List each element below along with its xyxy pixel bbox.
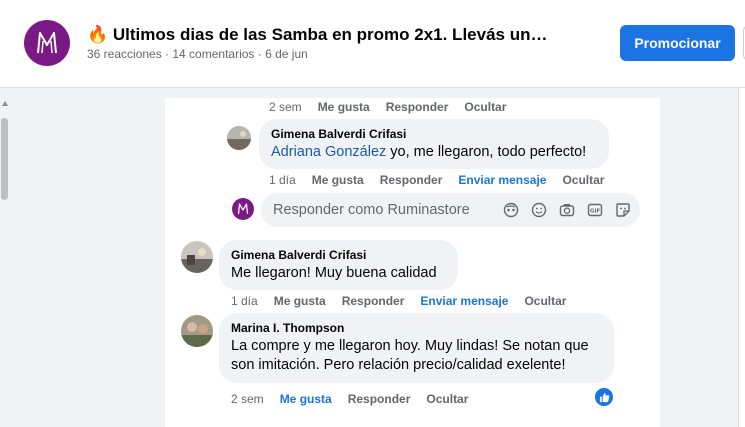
- logo-icon: [37, 32, 57, 54]
- comment-text: La compre y me llegaron hoy. Muy lindas!…: [231, 338, 589, 373]
- reply-link[interactable]: Responder: [380, 173, 443, 187]
- avatar[interactable]: [227, 126, 251, 150]
- comment-time[interactable]: 2 sem: [269, 100, 302, 114]
- send-message-link[interactable]: Enviar mensaje: [458, 173, 546, 187]
- comment-text: Adriana González yo, me llegaron, todo p…: [271, 143, 597, 162]
- sticker-icon[interactable]: [615, 202, 631, 218]
- scrollbar-thumb[interactable]: [1, 118, 8, 200]
- comment-time[interactable]: 1 día: [231, 294, 258, 308]
- camera-icon[interactable]: [559, 202, 575, 218]
- comment-bubble: Gimena Balverdi Crifasi Me llegaron! Muy…: [219, 240, 458, 290]
- avatar-icon: [227, 126, 251, 150]
- svg-text:GIF: GIF: [590, 209, 601, 215]
- page-avatar-small: [232, 198, 254, 220]
- hide-link[interactable]: Ocultar: [562, 173, 604, 187]
- comment-author[interactable]: Gimena Balverdi Crifasi: [231, 248, 446, 262]
- logo-icon: [237, 203, 249, 215]
- like-link[interactable]: Me gusta: [318, 100, 370, 114]
- like-link[interactable]: Me gusta: [312, 173, 364, 187]
- comment-actions: 2 sem Me gusta Responder Ocultar: [231, 392, 484, 406]
- avatar[interactable]: [181, 241, 213, 273]
- page-avatar[interactable]: [24, 20, 70, 66]
- gif-icon[interactable]: GIF: [587, 202, 603, 218]
- comment-text: Me llegaron! Muy buena calidad: [231, 265, 437, 281]
- reply-link[interactable]: Responder: [386, 100, 449, 114]
- avatar-icon[interactable]: [503, 202, 519, 218]
- avatar-icon: [181, 241, 213, 273]
- post-meta: 36 reacciones · 14 comentarios · 6 de ju…: [87, 47, 308, 61]
- like-icon: [599, 392, 609, 402]
- promote-button[interactable]: Promocionar: [620, 25, 735, 61]
- comment-actions: 1 día Me gusta Responder Enviar mensaje …: [269, 173, 620, 187]
- reply-link[interactable]: Responder: [342, 294, 405, 308]
- comment-bubble: Gimena Balverdi Crifasi Adriana González…: [259, 119, 609, 169]
- reply-link[interactable]: Responder: [348, 392, 411, 406]
- comment-author[interactable]: Gimena Balverdi Crifasi: [271, 127, 597, 141]
- send-message-link[interactable]: Enviar mensaje: [420, 294, 508, 308]
- hide-link[interactable]: Ocultar: [524, 294, 566, 308]
- comment-body: yo, me llegaron, todo perfecto!: [386, 144, 587, 160]
- avatar-icon: [181, 315, 213, 347]
- comment-actions-top: 2 sem Me gusta Responder Ocultar: [269, 100, 522, 114]
- comment-actions: 1 día Me gusta Responder Enviar mensaje …: [231, 294, 582, 308]
- scroll-up-arrow-icon[interactable]: [2, 101, 8, 106]
- emoji-icon[interactable]: [531, 202, 547, 218]
- side-panel-edge: [738, 88, 745, 427]
- like-reaction-badge[interactable]: [595, 388, 613, 406]
- like-link[interactable]: Me gusta: [274, 294, 326, 308]
- post-title[interactable]: 🔥 Ultimos dias de las Samba en promo 2x1…: [87, 25, 547, 45]
- post-header: 🔥 Ultimos dias de las Samba en promo 2x1…: [0, 0, 745, 88]
- hide-link[interactable]: Ocultar: [464, 100, 506, 114]
- comment-bubble: Marina I. Thompson La compre y me llegar…: [219, 313, 614, 383]
- comment-author[interactable]: Marina I. Thompson: [231, 321, 602, 335]
- like-link-active[interactable]: Me gusta: [280, 392, 332, 406]
- comment-time[interactable]: 1 día: [269, 173, 296, 187]
- mention-link[interactable]: Adriana González: [271, 144, 386, 160]
- reply-composer[interactable]: GIF: [261, 193, 640, 227]
- reply-input[interactable]: [273, 193, 493, 227]
- comment-time[interactable]: 2 sem: [231, 392, 264, 406]
- hide-link[interactable]: Ocultar: [426, 392, 468, 406]
- avatar[interactable]: [181, 315, 213, 347]
